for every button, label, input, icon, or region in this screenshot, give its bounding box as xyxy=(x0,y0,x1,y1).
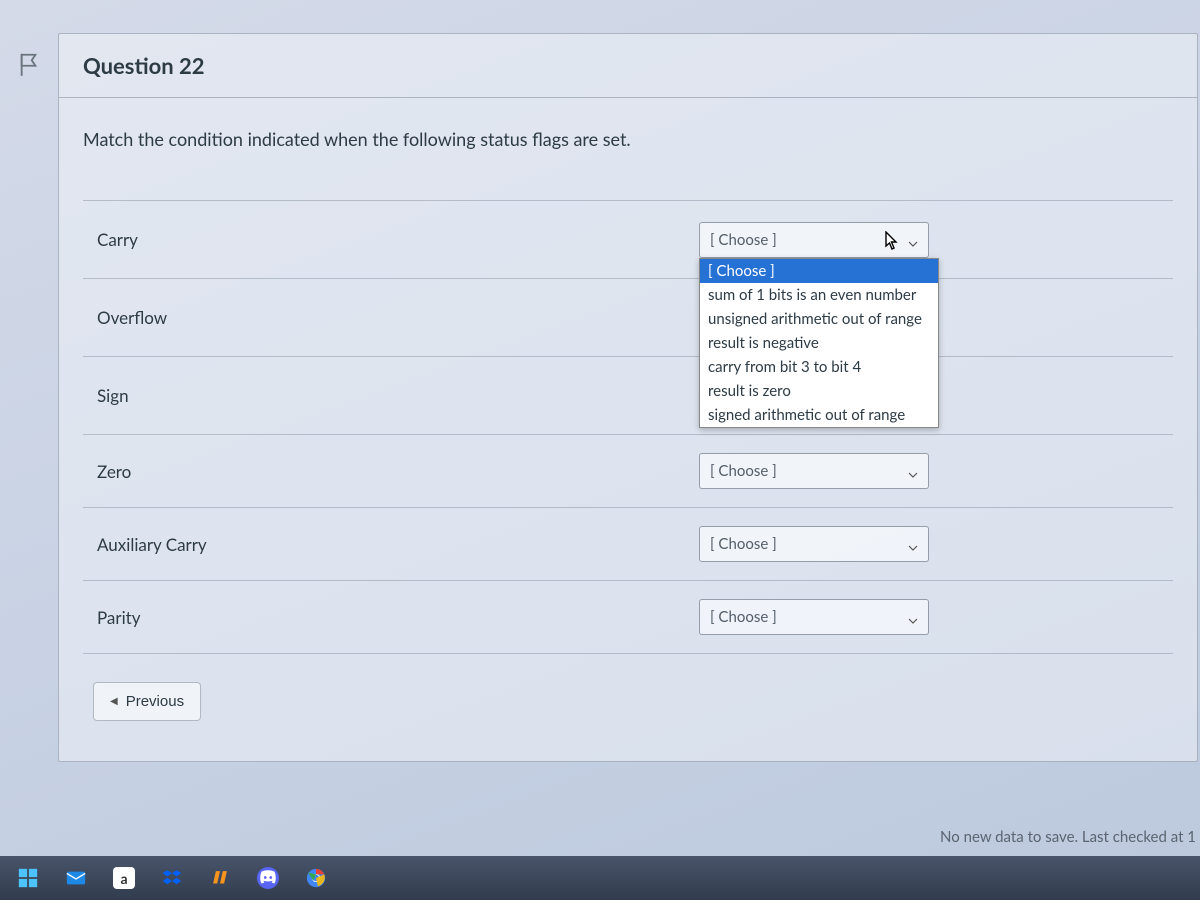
dropdown-option[interactable]: result is negative xyxy=(700,331,938,355)
match-row-zero: Zero [ Choose ] xyxy=(83,435,1173,508)
match-row-sign: Sign xyxy=(83,357,1173,435)
match-label: Sign xyxy=(97,385,699,406)
select-wrap-zero: [ Choose ] xyxy=(699,453,929,489)
select-value: [ Choose ] xyxy=(710,462,777,480)
taskbar[interactable]: a xyxy=(0,856,1200,900)
chevron-down-icon xyxy=(908,235,918,245)
select-value: [ Choose ] xyxy=(710,231,777,249)
select-value: [ Choose ] xyxy=(710,535,777,553)
match-label: Parity xyxy=(97,607,699,628)
cursor-icon xyxy=(884,231,900,251)
chevron-down-icon xyxy=(908,466,918,476)
select-parity[interactable]: [ Choose ] xyxy=(699,599,929,635)
matching-table: Carry [ Choose ] [ C xyxy=(83,200,1173,654)
dropbox-icon[interactable] xyxy=(150,860,194,896)
select-wrap-parity: [ Choose ] xyxy=(699,599,929,635)
mail-icon[interactable] xyxy=(54,860,98,896)
dropdown-option[interactable]: result is zero xyxy=(700,379,938,403)
dropdown-list[interactable]: [ Choose ] sum of 1 bits is an even numb… xyxy=(699,258,939,428)
chevron-down-icon xyxy=(908,539,918,549)
match-row-overflow: Overflow xyxy=(83,279,1173,357)
match-row-parity: Parity [ Choose ] xyxy=(83,581,1173,654)
dropdown-option[interactable]: carry from bit 3 to bit 4 xyxy=(700,355,938,379)
amazon-icon[interactable]: a xyxy=(102,860,146,896)
match-label: Overflow xyxy=(97,307,699,328)
question-body: Match the condition indicated when the f… xyxy=(59,98,1197,761)
select-wrap-carry: [ Choose ] [ Choose ] sum of 1 bits is a xyxy=(699,222,929,258)
match-label: Carry xyxy=(97,229,699,250)
match-label: Auxiliary Carry xyxy=(97,534,699,555)
triangle-left-icon: ◀ xyxy=(110,696,118,707)
chrome-icon[interactable] xyxy=(294,860,338,896)
question-prompt: Match the condition indicated when the f… xyxy=(83,128,1173,150)
chevron-down-icon xyxy=(908,612,918,622)
nav-row: ◀ Previous xyxy=(83,682,1173,721)
flag-icon[interactable] xyxy=(18,52,40,78)
previous-button[interactable]: ◀ Previous xyxy=(93,682,201,721)
match-row-aux-carry: Auxiliary Carry [ Choose ] xyxy=(83,508,1173,581)
start-icon[interactable] xyxy=(6,860,50,896)
select-aux-carry[interactable]: [ Choose ] xyxy=(699,526,929,562)
match-row-carry: Carry [ Choose ] [ C xyxy=(83,201,1173,279)
select-wrap-aux: [ Choose ] xyxy=(699,526,929,562)
dropdown-option[interactable]: sum of 1 bits is an even number xyxy=(700,283,938,307)
save-status: No new data to save. Last checked at 1 xyxy=(940,828,1196,846)
winamp-icon[interactable] xyxy=(198,860,242,896)
question-card: Question 22 Match the condition indicate… xyxy=(58,33,1198,762)
select-zero[interactable]: [ Choose ] xyxy=(699,453,929,489)
dropdown-option[interactable]: unsigned arithmetic out of range xyxy=(700,307,938,331)
dropdown-option[interactable]: [ Choose ] xyxy=(700,259,938,283)
match-label: Zero xyxy=(97,461,699,482)
previous-label: Previous xyxy=(126,693,184,710)
discord-icon[interactable] xyxy=(246,860,290,896)
dropdown-option[interactable]: signed arithmetic out of range xyxy=(700,403,938,427)
select-value: [ Choose ] xyxy=(710,608,777,626)
question-title: Question 22 xyxy=(59,34,1197,98)
select-carry[interactable]: [ Choose ] xyxy=(699,222,929,258)
